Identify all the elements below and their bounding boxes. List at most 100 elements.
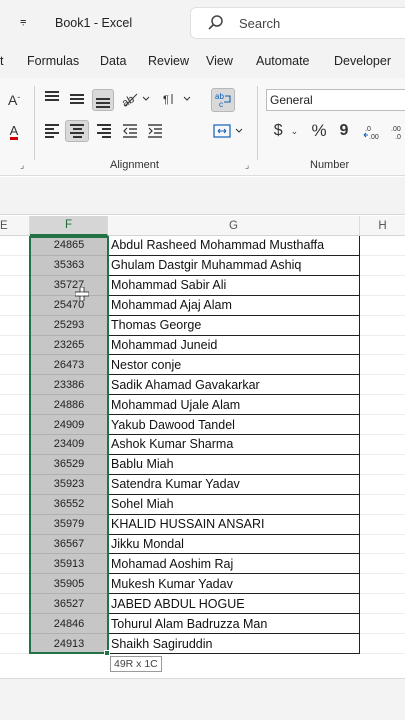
cell-h[interactable] (360, 475, 405, 495)
paragraph-direction-button[interactable]: ¶ (162, 89, 192, 109)
increase-decimal-button[interactable]: .0 .00 (362, 122, 384, 142)
cell-h[interactable] (360, 614, 405, 635)
cell-e[interactable] (0, 435, 30, 455)
cell-f[interactable]: 24846 (30, 614, 108, 635)
cell-g[interactable]: Bablu Miah (108, 454, 360, 475)
cell-h[interactable] (360, 435, 405, 455)
cell-f[interactable]: 25470 (30, 295, 108, 316)
cell-g[interactable]: Mohammad Sabir Ali (108, 275, 360, 296)
cell-e[interactable] (0, 454, 30, 475)
cell-f[interactable]: 36529 (30, 454, 108, 475)
cell-e[interactable] (0, 554, 30, 575)
cell-h[interactable] (360, 256, 405, 276)
cell-f[interactable]: 35923 (30, 474, 108, 495)
cell-h[interactable] (360, 336, 405, 356)
cell-h[interactable] (360, 276, 405, 296)
cell-e[interactable] (0, 574, 30, 595)
cell-g[interactable]: Ashok Kumar Sharma (108, 435, 360, 455)
cell-g[interactable]: Sohel Miah (108, 494, 360, 515)
cell-g[interactable]: Ghulam Dastgir Muhammad Ashiq (108, 255, 360, 276)
align-center-button[interactable] (65, 120, 89, 142)
cell-f[interactable]: 35363 (30, 255, 108, 276)
cell-f[interactable]: 25293 (30, 315, 108, 336)
top-align-button[interactable] (42, 89, 62, 109)
tab-view[interactable]: View (206, 54, 233, 68)
orientation-button[interactable]: ab (120, 89, 152, 109)
tab-automate[interactable]: Automate (256, 54, 310, 68)
decrease-decimal-button[interactable]: .00 .0 (388, 122, 405, 142)
cell-e[interactable] (0, 315, 30, 336)
cell-g[interactable]: Mohammad Ajaj Alam (108, 295, 360, 316)
cell-h[interactable] (360, 395, 405, 416)
cell-e[interactable] (0, 634, 30, 654)
cell-h[interactable] (360, 495, 405, 515)
cell-e[interactable] (0, 494, 30, 515)
cell-f[interactable]: 35979 (30, 514, 108, 535)
comma-style-button[interactable]: 9 (334, 120, 354, 142)
cell-f[interactable]: 26473 (30, 355, 108, 376)
cell-e[interactable] (0, 335, 30, 356)
cell-e[interactable] (0, 355, 30, 376)
increase-indent-button[interactable] (145, 121, 165, 141)
tab-developer[interactable]: Developer (334, 54, 391, 68)
wrap-text-button[interactable]: ab c (211, 88, 235, 112)
middle-align-button[interactable] (67, 89, 87, 109)
cell-h[interactable] (360, 554, 405, 575)
cell-h[interactable] (360, 455, 405, 475)
column-header-f[interactable]: F (30, 216, 108, 236)
cell-h[interactable] (360, 634, 405, 654)
tab-layout[interactable]: t (0, 54, 3, 68)
cell-f[interactable]: 35913 (30, 554, 108, 575)
cell-f[interactable]: 36527 (30, 594, 108, 615)
cell-f[interactable]: 24865 (30, 236, 108, 256)
accounting-format-button[interactable]: $ ⌄ (268, 120, 304, 142)
column-header-h[interactable]: H (360, 216, 405, 236)
cell-h[interactable] (360, 535, 405, 555)
cell-e[interactable] (0, 614, 30, 635)
decrease-indent-button[interactable] (120, 121, 140, 141)
cell-g[interactable]: Mukesh Kumar Yadav (108, 574, 360, 595)
cell-e[interactable] (0, 594, 30, 615)
cell-f[interactable]: 24909 (30, 415, 108, 436)
cell-e[interactable] (0, 255, 30, 276)
cell-f[interactable]: 24913 (30, 634, 108, 654)
merge-center-button[interactable] (212, 121, 246, 141)
tab-review[interactable]: Review (148, 54, 189, 68)
cell-h[interactable] (360, 594, 405, 615)
font-color-button[interactable]: A (4, 122, 24, 142)
tab-data[interactable]: Data (100, 54, 126, 68)
cell-h[interactable] (360, 236, 405, 256)
cell-g[interactable]: Thomas George (108, 315, 360, 336)
cell-e[interactable] (0, 474, 30, 495)
cell-h[interactable] (360, 296, 405, 316)
cell-g[interactable]: KHALID HUSSAIN ANSARI (108, 514, 360, 535)
column-header-g[interactable]: G (108, 216, 360, 236)
cell-e[interactable] (0, 236, 30, 256)
column-header-e[interactable]: E (0, 216, 30, 236)
cell-e[interactable] (0, 514, 30, 535)
cell-g[interactable]: Tohurul Alam Badruzza Man (108, 614, 360, 635)
tab-formulas[interactable]: Formulas (27, 54, 79, 68)
cell-e[interactable] (0, 375, 30, 396)
cell-g[interactable]: Nestor conje (108, 355, 360, 376)
bottom-align-button[interactable] (92, 89, 114, 111)
cell-h[interactable] (360, 316, 405, 336)
cell-h[interactable] (360, 375, 405, 396)
number-format-dropdown[interactable]: General ⌄ (266, 89, 405, 111)
cell-g[interactable]: Shaikh Sagiruddin (108, 634, 360, 654)
cell-g[interactable]: Yakub Dawood Tandel (108, 415, 360, 436)
align-left-button[interactable] (42, 121, 62, 141)
cell-f[interactable]: 23409 (30, 435, 108, 455)
cell-e[interactable] (0, 295, 30, 316)
decrease-font-size-button[interactable]: Aˇ (4, 90, 24, 110)
cell-g[interactable]: JABED ABDUL HOGUE (108, 594, 360, 615)
cell-g[interactable]: Jikku Mondal (108, 534, 360, 555)
cell-h[interactable] (360, 355, 405, 376)
percent-style-button[interactable]: % (308, 120, 330, 142)
cell-g[interactable]: Mohamad Aoshim Raj (108, 554, 360, 575)
alignment-dialog-launcher-icon[interactable]: ⌟ (245, 160, 249, 171)
cell-e[interactable] (0, 415, 30, 436)
cell-f[interactable]: 23265 (30, 335, 108, 356)
cell-g[interactable]: Mohammad Juneid (108, 335, 360, 356)
cell-g[interactable]: Satendra Kumar Yadav (108, 474, 360, 495)
